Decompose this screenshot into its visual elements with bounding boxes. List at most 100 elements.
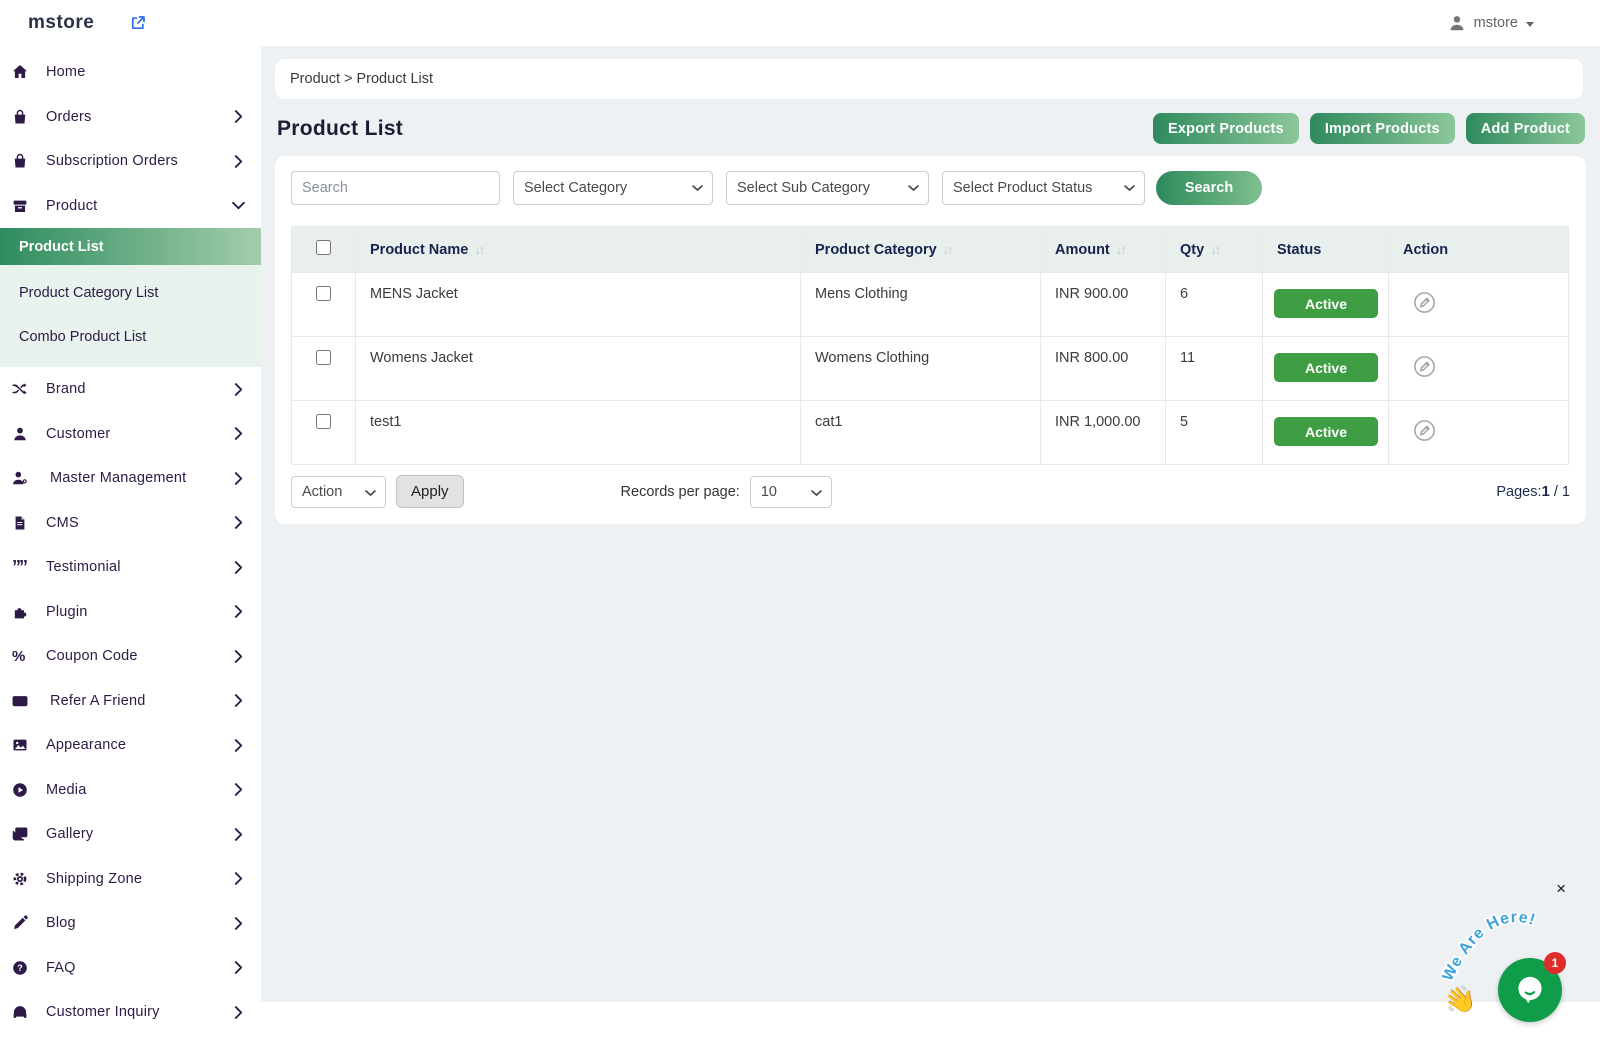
row-checkbox[interactable] [316, 414, 331, 429]
products-table: Product Name↓↑ Product Category↓↑ Amount… [291, 226, 1569, 465]
product-submenu: Product Category List Combo Product List [0, 265, 261, 367]
chevron-down-icon [234, 199, 243, 212]
row-checkbox[interactable] [316, 286, 331, 301]
person-icon [12, 426, 38, 442]
sort-icon[interactable]: ↓↑ [943, 242, 952, 257]
chevron-right-icon [234, 783, 243, 796]
sidebar-item-blog[interactable]: Blog [0, 901, 261, 946]
quote-icon: ”” [12, 558, 38, 576]
amount-cell: INR 1,000.00 [1041, 401, 1166, 465]
caret-down-icon [1526, 22, 1534, 27]
category-select[interactable]: Select Category [513, 171, 713, 205]
chevron-right-icon [234, 383, 243, 396]
chevron-right-icon [234, 961, 243, 974]
sidebar-item-customer[interactable]: Customer [0, 412, 261, 457]
sidebar-item-product-list[interactable]: Product List [0, 228, 261, 265]
amount-cell: INR 900.00 [1041, 273, 1166, 337]
import-products-button[interactable]: Import Products [1310, 113, 1455, 144]
status-badge[interactable]: Active [1274, 289, 1378, 318]
content-panel: Product > Product List Product List Expo… [261, 46, 1600, 1002]
sidebar-item-shipping-zone[interactable]: Shipping Zone [0, 857, 261, 902]
card-icon [12, 693, 38, 709]
sidebar-item-refer-a-friend[interactable]: Refer A Friend [0, 679, 261, 724]
sidebar: Home Orders Subscription Orders [0, 46, 261, 1050]
sidebar-item-appearance[interactable]: Appearance [0, 723, 261, 768]
chat-launcher-button[interactable]: 1 [1498, 958, 1562, 1022]
edit-icon[interactable] [1413, 419, 1436, 446]
bottom-strip [261, 1002, 1600, 1050]
sort-icon[interactable]: ↓↑ [474, 242, 483, 257]
chevron-right-icon [234, 561, 243, 574]
select-all-checkbox[interactable] [316, 240, 331, 255]
qty-cell: 11 [1166, 337, 1263, 401]
sort-icon[interactable]: ↓↑ [1116, 242, 1125, 257]
table-row: Womens Jacket Womens Clothing INR 800.00… [292, 337, 1569, 401]
product-category-cell: Womens Clothing [801, 337, 1041, 401]
sidebar-item-master-management[interactable]: Master Management [0, 456, 261, 501]
sidebar-item-customer-inquiry[interactable]: Customer Inquiry [0, 990, 261, 1035]
chevron-right-icon [234, 110, 243, 123]
chevron-right-icon [234, 917, 243, 930]
chat-unread-badge: 1 [1544, 952, 1566, 974]
sidebar-item-faq[interactable]: ? FAQ [0, 946, 261, 991]
sidebar-item-media[interactable]: Media [0, 768, 261, 813]
edit-icon[interactable] [1413, 355, 1436, 382]
product-category-cell: cat1 [801, 401, 1041, 465]
sidebar-item-home[interactable]: Home [0, 50, 261, 95]
sort-icon[interactable]: ↓↑ [1210, 242, 1219, 257]
chevron-right-icon [234, 694, 243, 707]
sidebar-item-brand[interactable]: Brand [0, 367, 261, 412]
page-title: Product List [277, 117, 403, 141]
product-status-select[interactable]: Select Product Status [942, 171, 1145, 205]
table-header-row: Product Name↓↑ Product Category↓↑ Amount… [292, 227, 1569, 273]
question-circle-icon: ? [12, 960, 38, 976]
user-menu-label: mstore [1474, 15, 1518, 31]
table-row: MENS Jacket Mens Clothing INR 900.00 6 A… [292, 273, 1569, 337]
product-list-card: Select Category Select Sub Category Sele… [275, 156, 1586, 524]
pencil-icon [12, 915, 38, 931]
sidebar-item-coupon-code[interactable]: % Coupon Code [0, 634, 261, 679]
edit-icon[interactable] [1413, 291, 1436, 318]
image-icon [12, 737, 38, 753]
apply-button[interactable]: Apply [396, 475, 464, 508]
sidebar-item-product-category-list[interactable]: Product Category List [0, 271, 261, 315]
sidebar-item-subscription-orders[interactable]: Subscription Orders [0, 139, 261, 184]
chevron-right-icon [234, 739, 243, 752]
search-input[interactable] [291, 171, 500, 205]
row-checkbox[interactable] [316, 350, 331, 365]
chevron-right-icon [234, 516, 243, 529]
sidebar-item-cms[interactable]: CMS [0, 501, 261, 546]
status-badge[interactable]: Active [1274, 353, 1378, 382]
shopping-bag-icon [12, 153, 38, 169]
home-icon [12, 64, 38, 80]
play-circle-icon [12, 782, 38, 798]
add-product-button[interactable]: Add Product [1466, 113, 1585, 144]
chat-close-button[interactable]: × [1556, 880, 1566, 897]
search-button[interactable]: Search [1156, 171, 1262, 205]
chat-widget: × We Are Here! 👋 1 [1442, 894, 1574, 1022]
product-name-cell: Womens Jacket [356, 337, 801, 401]
records-per-page-select[interactable]: 10 [750, 476, 832, 508]
chevron-right-icon [234, 155, 243, 168]
sidebar-item-plugin[interactable]: Plugin [0, 590, 261, 635]
chevron-right-icon [234, 1006, 243, 1019]
chevron-right-icon [234, 605, 243, 618]
records-per-page-label: Records per page: [621, 484, 740, 500]
sub-category-select[interactable]: Select Sub Category [726, 171, 929, 205]
sidebar-item-orders[interactable]: Orders [0, 95, 261, 140]
external-link-icon[interactable] [130, 15, 146, 31]
user-menu[interactable]: mstore [1448, 14, 1534, 32]
product-name-cell: MENS Jacket [356, 273, 801, 337]
sidebar-item-product[interactable]: Product [0, 184, 261, 229]
percent-icon: % [12, 649, 38, 664]
product-category-cell: Mens Clothing [801, 273, 1041, 337]
chevron-right-icon [234, 828, 243, 841]
headset-icon [12, 1004, 38, 1020]
brand-area: mstore [0, 12, 261, 34]
sidebar-item-gallery[interactable]: Gallery [0, 812, 261, 857]
status-badge[interactable]: Active [1274, 417, 1378, 446]
sidebar-item-combo-product-list[interactable]: Combo Product List [0, 315, 261, 359]
sidebar-item-testimonial[interactable]: ”” Testimonial [0, 545, 261, 590]
bulk-action-select[interactable]: Action [291, 476, 386, 508]
export-products-button[interactable]: Export Products [1153, 113, 1299, 144]
